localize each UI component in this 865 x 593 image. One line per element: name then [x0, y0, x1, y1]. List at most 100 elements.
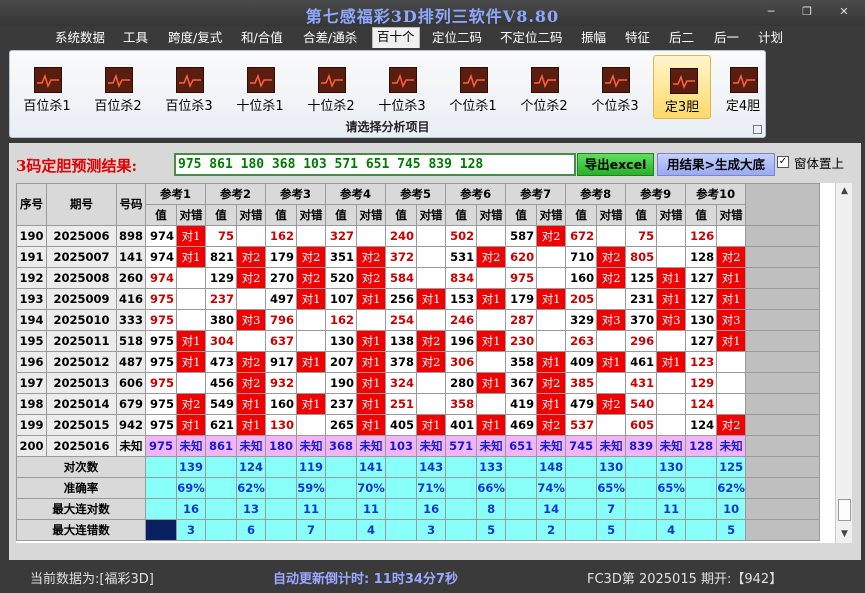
- summary-spacer-cell: [565, 456, 598, 478]
- ribbon-button-0[interactable]: 百位杀1: [18, 55, 76, 119]
- table-row[interactable]: 192 2025008 260 974 129 对2 270 对2 520 对2 584 834 975…: [16, 267, 821, 289]
- menu-item-9[interactable]: 特征: [625, 29, 650, 48]
- reference-value-cell: 240: [385, 225, 418, 247]
- reference-result-cell: 对1: [175, 351, 207, 373]
- ribbon-button-2[interactable]: 百位杀3: [160, 55, 218, 119]
- reference-result-cell: 对2: [416, 351, 447, 373]
- reference-value-cell: 975: [145, 288, 177, 310]
- table-row[interactable]: 199 2025015 942 975 对1 621 对1 130 265 对1 405 对1 401 对…: [16, 414, 821, 436]
- summary-spacer-cell: [445, 456, 478, 478]
- chart-icon: [318, 67, 346, 93]
- menu-item-3[interactable]: 和/合值: [241, 29, 283, 48]
- reference-value-cell: 975: [145, 351, 177, 373]
- ribbon-button-3[interactable]: 十位杀1: [231, 55, 289, 119]
- reference-result-cell: [476, 309, 507, 331]
- table-row[interactable]: 196 2025012 487 975 对1 473 对2 917 对1 207 对1 378 对2 30…: [16, 351, 821, 373]
- ribbon-button-1[interactable]: 百位杀2: [89, 55, 147, 119]
- predicted-value-cell: 128: [685, 435, 718, 457]
- ribbon-button-7[interactable]: 个位杀2: [515, 55, 573, 119]
- scroll-thumb[interactable]: [838, 499, 851, 521]
- column-header-value: 值: [325, 204, 358, 226]
- summary-value-cell: 148: [536, 456, 567, 478]
- ribbon-button-4[interactable]: 十位杀2: [302, 55, 360, 119]
- column-header-result: 对错: [296, 204, 327, 226]
- ribbon-button-8[interactable]: 个位杀3: [586, 55, 644, 119]
- reference-value-cell: 280: [445, 372, 478, 394]
- reference-result-cell: 对1: [536, 288, 567, 310]
- table-row[interactable]: 198 2025014 679 975 对2 549 对1 160 对1 237 对1 251 358 4…: [16, 393, 821, 415]
- maximize-icon[interactable]: ❐: [797, 5, 817, 19]
- reference-result-cell: 对1: [716, 288, 747, 310]
- reference-result-cell: [476, 267, 507, 289]
- predicted-value-cell: 861: [205, 435, 238, 457]
- generate-base-button[interactable]: 用结果>生成大底: [657, 153, 775, 176]
- unknown-result-cell: 未知: [596, 435, 627, 457]
- pending-row[interactable]: 200 2025016 未知 975 未知 861 未知 180 未知 368 未知 103 未知 571…: [16, 435, 821, 457]
- summary-spacer-cell: [625, 498, 658, 520]
- menu-item-11[interactable]: 后一: [714, 29, 739, 48]
- row-seq-cell: 193: [16, 288, 47, 310]
- table-row[interactable]: 191 2025007 141 974 对1 821 对2 179 对2 351 对2 372 531 对…: [16, 246, 821, 268]
- unknown-result-cell: 未知: [476, 435, 507, 457]
- minimize-icon[interactable]: ─: [761, 5, 781, 19]
- reference-result-cell: 对1: [716, 330, 747, 352]
- table-row[interactable]: 194 2025010 333 975 380 对3 796 162 254 246 287 329 对…: [16, 309, 821, 331]
- summary-value-cell: 65%: [596, 477, 627, 499]
- summary-value-cell: 5: [596, 519, 627, 541]
- table-row[interactable]: 197 2025013 606 975 456 对2 932 190 对1 324 280 对1 367…: [16, 372, 821, 394]
- column-header-value: 值: [265, 204, 298, 226]
- reference-value-cell: 621: [205, 414, 238, 436]
- reference-result-cell: 对2: [536, 372, 567, 394]
- topmost-checkbox[interactable]: ✓: [777, 156, 789, 168]
- ribbon-button-6[interactable]: 个位杀1: [444, 55, 502, 119]
- summary-spacer-cell: [385, 456, 418, 478]
- summary-value-cell: 4: [356, 519, 387, 541]
- menu-item-0[interactable]: 系统数据: [55, 29, 105, 48]
- summary-value-cell: 139: [175, 456, 207, 478]
- reference-result-cell: 对1: [296, 351, 327, 373]
- table-row[interactable]: 193 2025009 416 975 237 497 对1 107 对1 256 对1 153 对1 1…: [16, 288, 821, 310]
- reference-result-cell: 对3: [656, 309, 687, 331]
- ribbon-button-label: 个位杀2: [520, 99, 568, 114]
- menu-item-5[interactable]: 百十个: [372, 27, 420, 48]
- reference-result-cell: 对2: [536, 414, 567, 436]
- reference-value-cell: 358: [445, 393, 478, 415]
- ribbon-button-9[interactable]: 定3胆: [653, 55, 711, 119]
- reference-value-cell: 372: [385, 246, 418, 268]
- ribbon-button-10[interactable]: 定4胆: [714, 55, 772, 119]
- menu-item-4[interactable]: 合差/通杀: [303, 29, 357, 48]
- menu-item-1[interactable]: 工具: [123, 29, 148, 48]
- summary-value-cell: 62%: [716, 477, 747, 499]
- reference-result-cell: [296, 414, 327, 436]
- ribbon-button-5[interactable]: 十位杀3: [373, 55, 431, 119]
- vertical-scrollbar[interactable]: ▲ ▼: [835, 183, 852, 543]
- scroll-up-icon[interactable]: ▲: [838, 185, 851, 198]
- export-excel-button[interactable]: 导出excel: [577, 153, 654, 176]
- reference-value-cell: 107: [325, 288, 358, 310]
- summary-spacer-cell: [685, 519, 718, 541]
- menu-item-7[interactable]: 不定位二码: [500, 29, 563, 48]
- column-header-reference: 参考8: [565, 183, 627, 205]
- reference-value-cell: 160: [265, 393, 298, 415]
- prediction-result-field[interactable]: 975 861 180 368 103 571 651 745 839 128: [174, 153, 576, 176]
- table-row[interactable]: 190 2025006 898 974 对1 75 162 327 240 502 587 对2 672…: [16, 225, 821, 247]
- column-header-reference: 参考3: [265, 183, 327, 205]
- chart-icon: [105, 67, 133, 93]
- scroll-down-icon[interactable]: ▼: [838, 528, 851, 541]
- menu-item-8[interactable]: 振幅: [581, 29, 606, 48]
- dialog-launcher-icon[interactable]: [753, 125, 762, 134]
- table-row[interactable]: 195 2025011 518 975 对1 304 637 130 对1 138 对2 196 对1 2…: [16, 330, 821, 352]
- reference-result-cell: 对1: [356, 414, 387, 436]
- summary-spacer-cell: [385, 519, 418, 541]
- menu-item-6[interactable]: 定位二码: [432, 29, 482, 48]
- summary-spacer-cell: [565, 498, 598, 520]
- grid-filler: [745, 183, 821, 226]
- grid-filler: [745, 372, 821, 394]
- reference-result-cell: 对1: [356, 351, 387, 373]
- summary-value-cell: 14: [536, 498, 567, 520]
- close-icon[interactable]: ✕: [834, 5, 854, 19]
- menu-item-12[interactable]: 计划: [758, 29, 783, 48]
- menu-item-2[interactable]: 跨度/复式: [168, 29, 222, 48]
- summary-spacer-cell: [445, 477, 478, 499]
- menu-item-10[interactable]: 后二: [669, 29, 694, 48]
